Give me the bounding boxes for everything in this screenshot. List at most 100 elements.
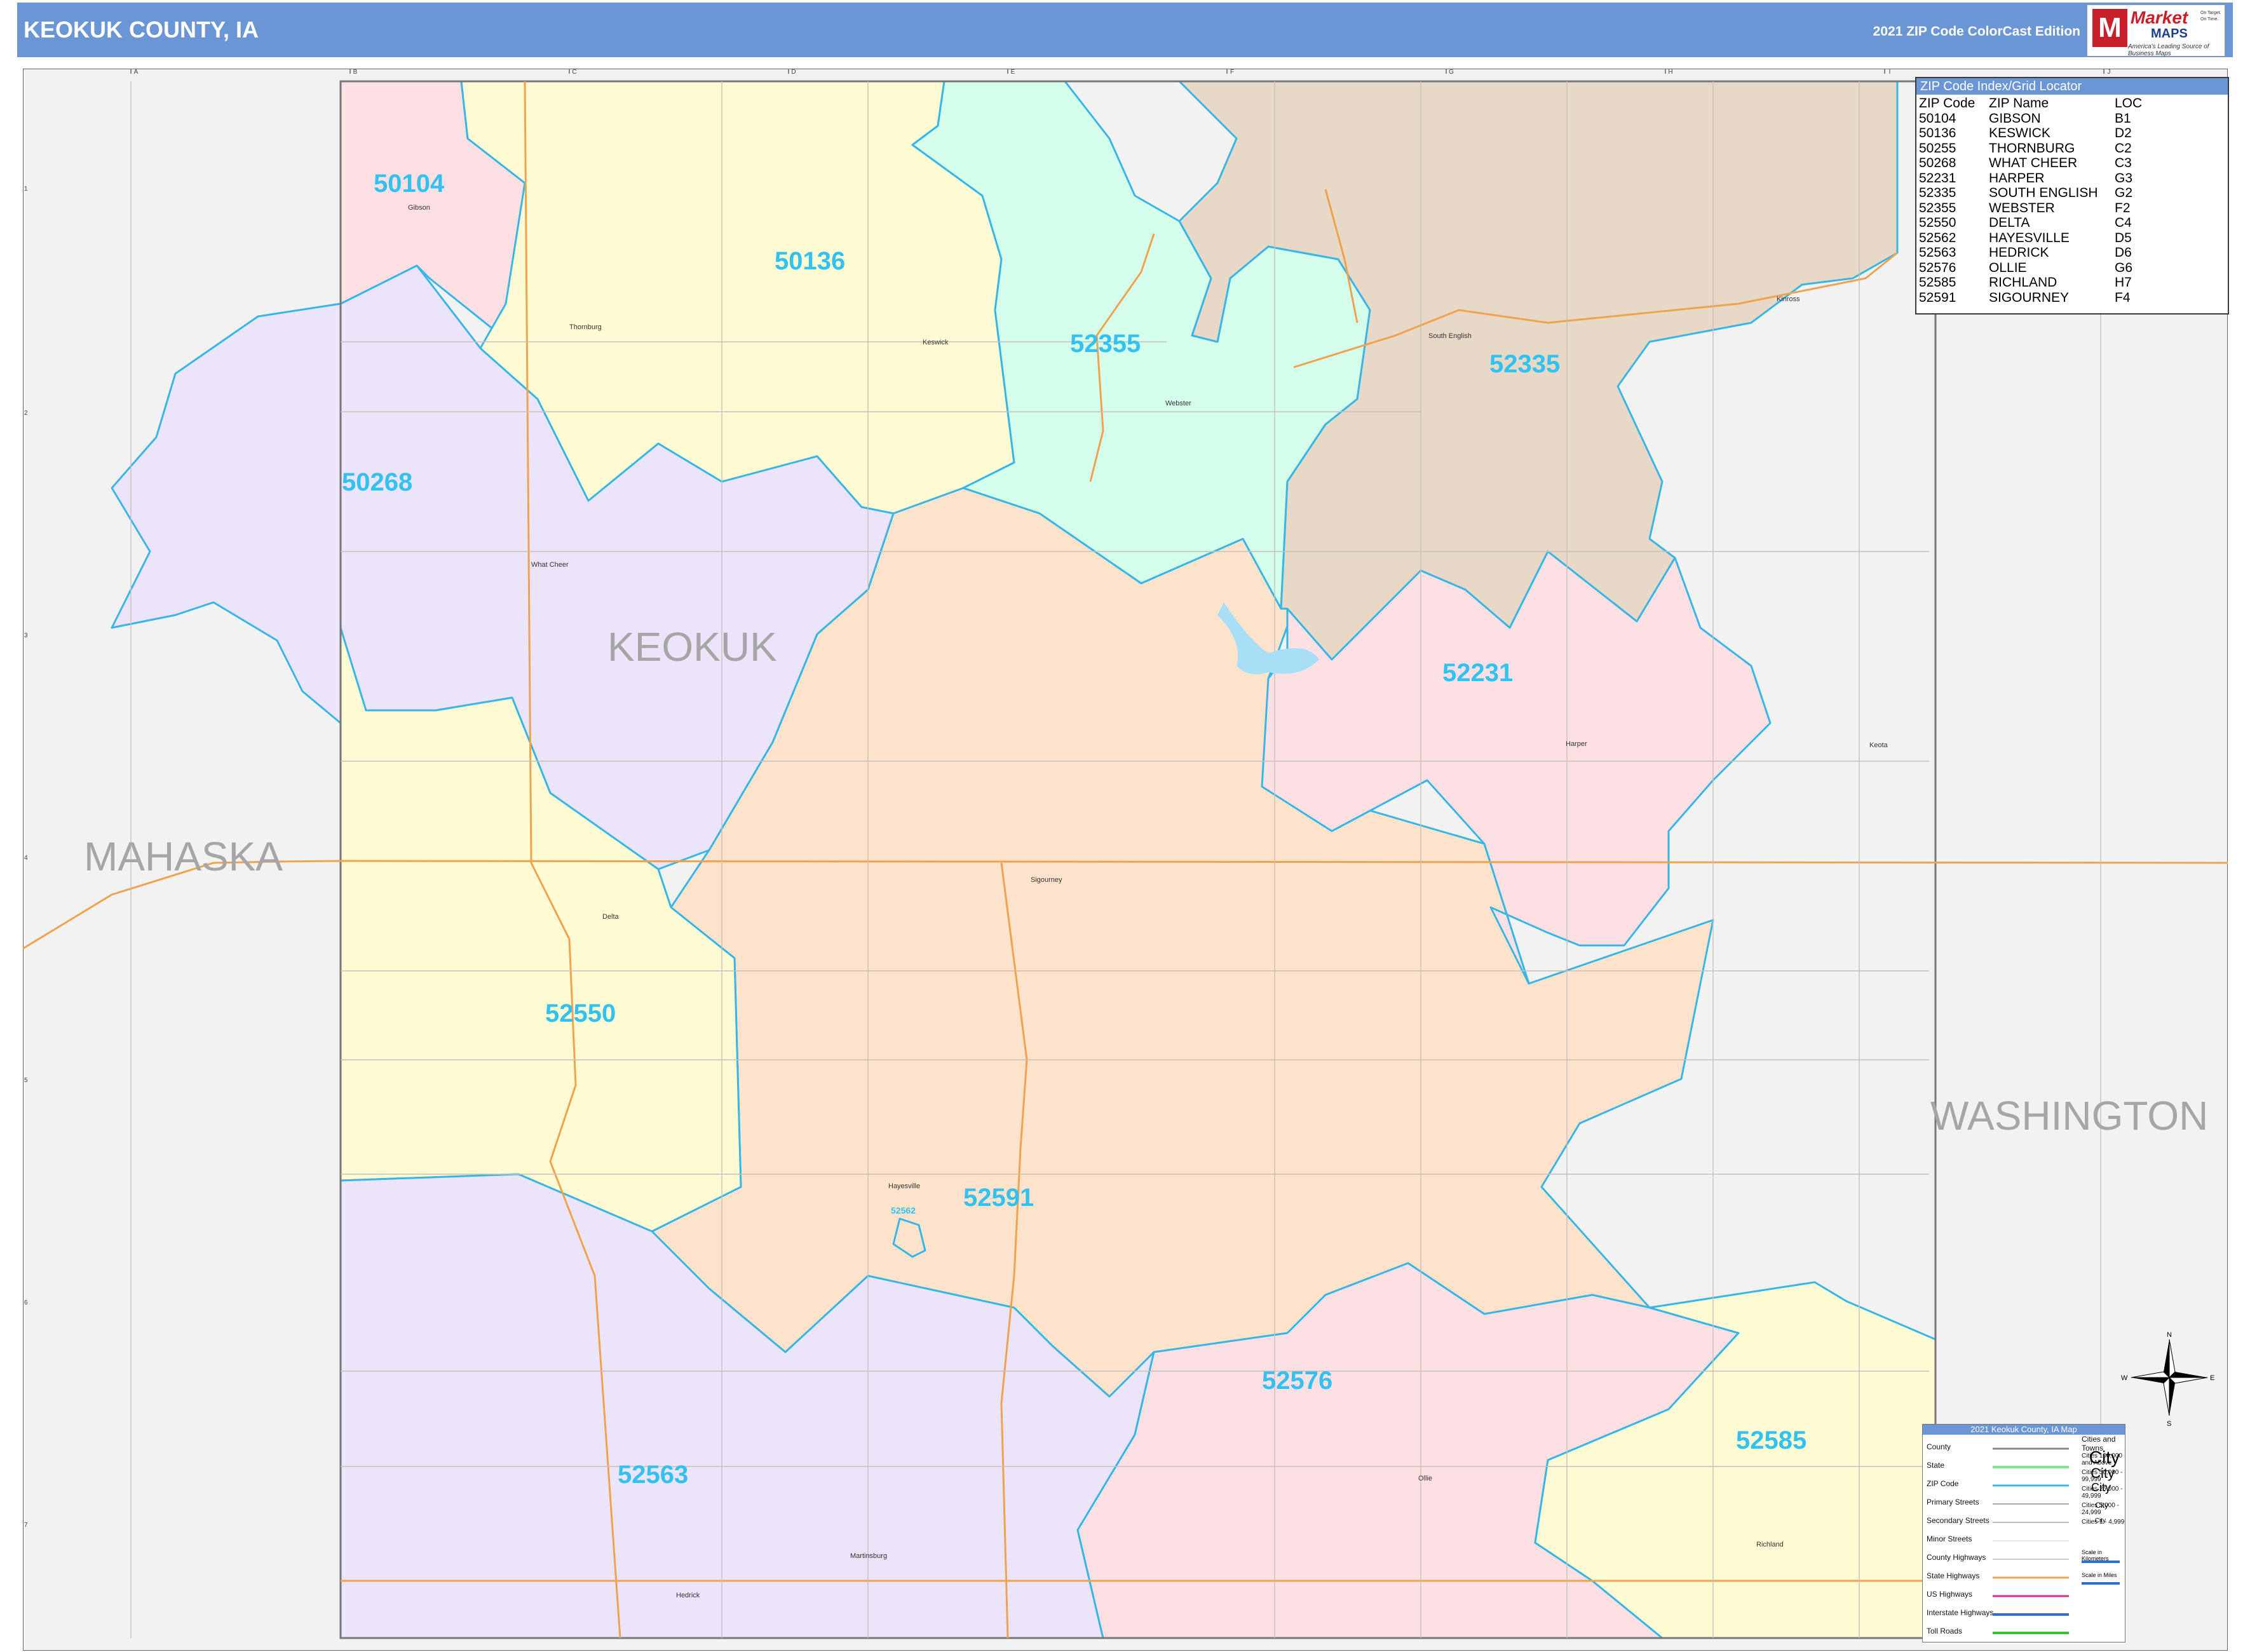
county-label-washington: WASHINGTON (1930, 1093, 2208, 1139)
loc-cell: G6 (2115, 260, 2133, 275)
zip-label-52562: 52562 (891, 1205, 916, 1215)
header-bar: KEOKUK COUNTY, IA 2021 ZIP Code ColorCas… (17, 3, 2233, 57)
zip-cell: 52550 (1919, 215, 1956, 230)
map-key-panel: 2021 Keokuk County, IA Map County State … (1922, 1424, 2125, 1642)
grid-col-b: B (353, 69, 358, 76)
name-cell: SIGOURNEY (1989, 290, 2070, 305)
table-row: 52231 HARPER G3 (1919, 171, 2146, 186)
zip-label-52355: 52355 (1070, 330, 1141, 358)
key-secondary-streets: Secondary Streets (1927, 1516, 1989, 1525)
col-zip-name: ZIP Name (1989, 96, 2049, 111)
zip-cell: 50255 (1919, 140, 1956, 156)
zip-label-52591: 52591 (963, 1184, 1034, 1212)
loc-cell: G2 (2115, 186, 2133, 200)
key-us-highways: US Highways (1927, 1590, 1973, 1599)
zip-cell: 52355 (1919, 200, 1956, 215)
city-sample-1: City (2089, 1447, 2120, 1467)
grid-row-1: 1 (24, 186, 28, 193)
grid-row-4: 4 (24, 855, 28, 862)
grid-col-h: H (1668, 69, 1672, 76)
name-cell: WEBSTER (1989, 200, 2055, 215)
loc-cell: C4 (2115, 215, 2132, 230)
zip-label-52335: 52335 (1489, 350, 1560, 378)
county-label-mahaska: MAHASKA (84, 834, 283, 879)
grid-col-g: G (1449, 69, 1454, 76)
town-keota: Keota (1869, 741, 1888, 749)
zip-cell: 52585 (1919, 275, 1956, 290)
town-south-english: South English (1428, 332, 1472, 340)
key-minor-streets: Minor Streets (1927, 1534, 1972, 1543)
table-row: 52585 RICHLAND H7 (1919, 275, 2146, 290)
zip-label-50136: 50136 (775, 247, 845, 275)
grid-col-f: F (1230, 69, 1234, 76)
zip-cell: 52576 (1919, 260, 1956, 275)
map-key-heading: 2021 Keokuk County, IA Map (1923, 1425, 2125, 1435)
grid-col-a: A (134, 69, 139, 76)
key-state-highways: State Highways (1927, 1571, 1980, 1580)
zip-cell: 52562 (1919, 230, 1956, 245)
city-sample-3: City (2091, 1481, 2111, 1494)
town-gibson: Gibson (408, 204, 430, 212)
zip-index-panel: ZIP Code Index/Grid Locator ZIP Code ZIP… (1915, 77, 2229, 315)
table-row: 50104 GIBSON B1 (1919, 111, 2146, 126)
grid-col-e: E (1011, 69, 1015, 76)
town-harper: Harper (1566, 740, 1587, 748)
table-row: 52355 WEBSTER F2 (1919, 201, 2146, 216)
county-map[interactable]: A B C D E F G H I J 1 2 3 4 5 6 7 KEOKUK… (23, 69, 2228, 1651)
zip-label-50104: 50104 (374, 170, 445, 198)
town-ollie: Ollie (1418, 1475, 1432, 1482)
compass-n: N (2167, 1331, 2172, 1339)
key-county: County (1927, 1442, 1951, 1451)
zip-cell: 52563 (1919, 245, 1956, 260)
edition-label: 2021 ZIP Code ColorCast Edition (1873, 24, 2080, 39)
zip-cell: 50104 (1919, 111, 1956, 126)
zip-index-table: ZIP Code ZIP Name LOC 50104 GIBSON B1 5013… (1919, 96, 2146, 305)
zip-cell: 50136 (1919, 126, 1956, 140)
compass-s: S (2167, 1420, 2171, 1428)
zip-label-52585: 52585 (1736, 1426, 1806, 1454)
loc-cell: C3 (2115, 156, 2132, 170)
zip-label-52231: 52231 (1442, 659, 1513, 687)
col-zip-code: ZIP Code (1919, 96, 1976, 111)
key-state: State (1927, 1461, 1945, 1470)
zip-cell: 52231 (1919, 170, 1956, 186)
town-delta: Delta (602, 913, 620, 921)
zip-cell: 50268 (1919, 156, 1956, 170)
table-row: 52563 HEDRICK D6 (1919, 245, 2146, 261)
loc-cell: F2 (2115, 200, 2131, 215)
city-sample-5: City (2094, 1517, 2106, 1524)
grid-row-2: 2 (24, 410, 28, 417)
key-county-highways: County Highways (1927, 1553, 1986, 1562)
zip-cell: 52591 (1919, 290, 1956, 305)
logo-tagline: America's Leading Source of Business Map… (2128, 43, 2209, 57)
loc-cell: G3 (2115, 170, 2133, 186)
town-martinsburg: Martinsburg (850, 1552, 887, 1560)
loc-cell: C2 (2115, 140, 2132, 156)
scale-km-bar (2082, 1561, 2120, 1563)
grid-row-3: 3 (24, 632, 28, 639)
zip-label-52563: 52563 (618, 1461, 688, 1489)
logo-slogan: On Target. On Time. (2200, 11, 2221, 22)
key-toll-roads: Toll Roads (1927, 1627, 1963, 1635)
scale-km-label: Scale in Kilometers (2082, 1549, 2109, 1562)
name-cell: HEDRICK (1989, 245, 2049, 260)
zip-label-52576: 52576 (1262, 1367, 1332, 1395)
grid-col-c: C (572, 69, 576, 76)
key-primary-streets: Primary Streets (1927, 1498, 1979, 1506)
name-cell: GIBSON (1989, 111, 2041, 126)
table-row: 50268 WHAT CHEER C3 (1919, 156, 2146, 171)
table-row: 52591 SIGOURNEY F4 (1919, 290, 2146, 306)
grid-row-6: 6 (24, 1299, 28, 1306)
logo-brand-line2: MAPS (2151, 27, 2188, 41)
map-title: KEOKUK COUNTY, IA (24, 17, 259, 43)
grid-col-d: D (791, 69, 796, 76)
town-sigourney: Sigourney (1031, 876, 1062, 884)
compass-e: E (2210, 1374, 2214, 1382)
county-label-keokuk: KEOKUK (607, 624, 777, 670)
zip-label-52550: 52550 (545, 999, 616, 1027)
loc-cell: D5 (2115, 230, 2132, 245)
town-what-cheer: What Cheer (531, 561, 569, 569)
name-cell: THORNBURG (1989, 140, 2075, 156)
name-cell: OLLIE (1989, 260, 2027, 275)
logo-brand-line1: Market (2131, 8, 2188, 27)
